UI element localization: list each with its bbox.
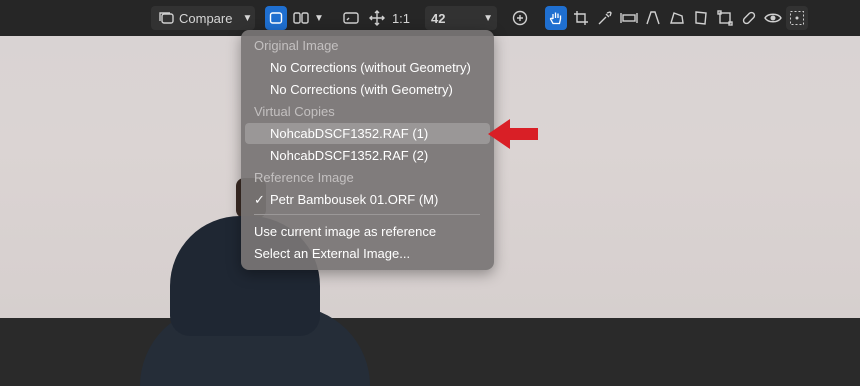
chevron-down-icon: ▼ (483, 12, 493, 24)
hand-icon (549, 12, 562, 25)
menu-separator (254, 214, 480, 215)
fit-icon (343, 12, 359, 24)
move-arrows-icon (369, 10, 385, 26)
grid-overlay-button[interactable] (786, 6, 808, 30)
zoom-in-icon (512, 10, 528, 26)
transform-icon (717, 10, 733, 26)
color-picker-button[interactable] (594, 6, 616, 30)
compare-menu: Original Image No Corrections (without G… (241, 30, 494, 270)
bandage-icon (742, 11, 756, 25)
single-view-icon (269, 12, 283, 24)
zoom-value-dropdown[interactable]: 42 ▼ (425, 6, 497, 30)
menu-item-virtual-copy-2[interactable]: NohcabDSCF1352.RAF (2) (241, 146, 494, 166)
checkmark-icon: ✓ (254, 192, 265, 207)
crop-icon (574, 11, 588, 25)
compare-icon (159, 12, 174, 24)
red-arrow-icon (488, 119, 538, 149)
reference-image-label: Petr Bambousek 01.ORF (M) (270, 192, 439, 207)
menu-header-original: Original Image (254, 38, 339, 53)
menu-header-reference: Reference Image (254, 170, 354, 185)
distortion-icon (695, 11, 707, 25)
keystone-icon (646, 11, 660, 25)
pan-button[interactable] (366, 6, 388, 30)
crop-tool-button[interactable] (570, 6, 592, 30)
transform-tool-button[interactable] (714, 6, 736, 30)
zoom-value: 42 (431, 10, 446, 26)
multi-view-button[interactable] (290, 6, 312, 30)
menu-item-reference-image[interactable]: ✓ Petr Bambousek 01.ORF (M) (241, 190, 494, 210)
zoom-100-label: 1:1 (391, 10, 411, 26)
view-mode-chevron-icon[interactable]: ▼ (312, 6, 326, 30)
menu-item-no-corrections-without-geometry[interactable]: No Corrections (without Geometry) (241, 58, 494, 78)
compare-dropdown[interactable]: Compare ▼ (151, 6, 255, 30)
menu-item-virtual-copy-1[interactable]: NohcabDSCF1352.RAF (1) (245, 123, 490, 144)
grid-icon (790, 11, 804, 25)
menu-item-select-external-image[interactable]: Select an External Image... (241, 244, 494, 264)
menu-item-no-corrections-with-geometry[interactable]: No Corrections (with Geometry) (241, 80, 494, 100)
straighten-icon (620, 13, 638, 23)
menu-header-virtual-copies: Virtual Copies (254, 104, 335, 119)
preview-toggle-button[interactable] (762, 6, 784, 30)
menu-item-use-current-as-reference[interactable]: Use current image as reference (241, 222, 494, 242)
lens-tool-button[interactable] (690, 6, 712, 30)
compare-label: Compare (179, 10, 233, 26)
keystone-tool-button[interactable] (642, 6, 664, 30)
polygon-icon (670, 12, 684, 24)
single-view-button[interactable] (265, 6, 287, 30)
straighten-tool-button[interactable] (618, 6, 640, 30)
eyedropper-icon (598, 11, 612, 25)
zoom-in-button[interactable] (509, 6, 531, 30)
eye-icon (764, 13, 782, 23)
hand-tool-button[interactable] (545, 6, 567, 30)
heal-tool-button[interactable] (738, 6, 760, 30)
zoom-100-button[interactable]: 1:1 (389, 6, 413, 30)
fit-view-button[interactable] (340, 6, 362, 30)
chevron-down-icon: ▼ (242, 12, 253, 24)
shape-tool-button[interactable] (666, 6, 688, 30)
multi-view-icon (293, 12, 309, 24)
